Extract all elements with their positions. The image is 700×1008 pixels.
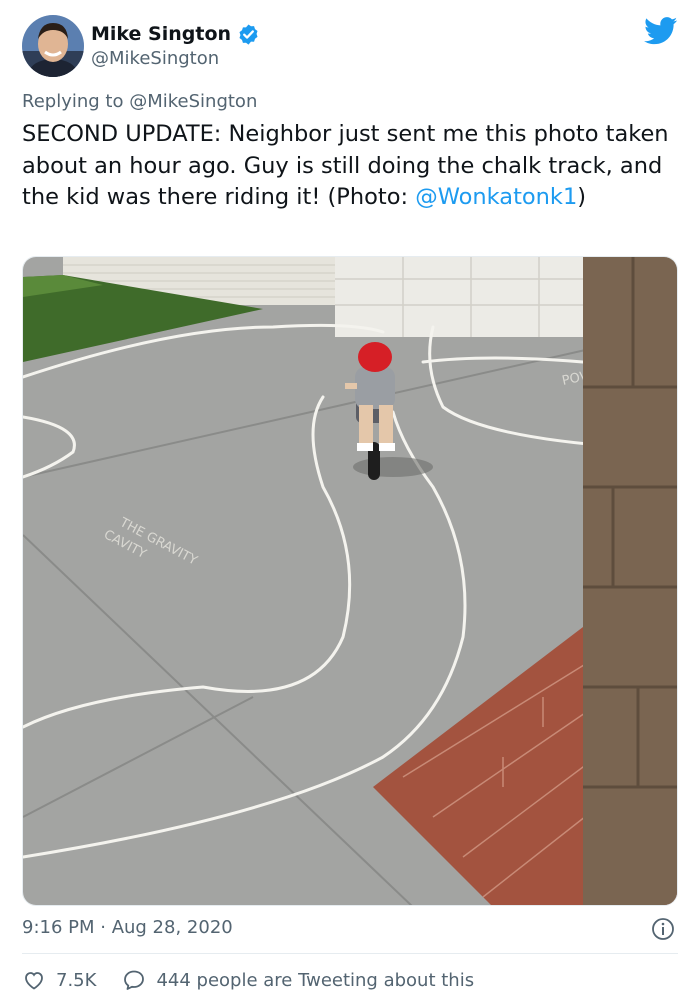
reply-mention-link[interactable]: @MikeSington — [129, 91, 257, 112]
avatar-photo — [22, 15, 84, 77]
tweeting-count-text: 444 people are Tweeting about this — [156, 969, 475, 991]
tweet-photo[interactable]: THE GRAVITY CAVITY POW — [22, 256, 678, 906]
reply-prefix: Replying to — [22, 91, 124, 112]
tweeting-action[interactable]: 444 people are Tweeting about this — [122, 968, 474, 992]
verified-badge-icon — [239, 23, 258, 45]
tweet-actions: 7.5K 444 people are Tweeting about this — [22, 966, 500, 994]
like-count: 7.5K — [56, 969, 97, 991]
comment-bubble-icon — [124, 970, 145, 990]
tweet-timestamp[interactable]: 9:16 PM · Aug 28, 2020 — [22, 916, 233, 940]
author-name[interactable]: Mike Sington — [91, 21, 231, 47]
like-action[interactable]: 7.5K — [22, 968, 96, 992]
info-icon[interactable] — [651, 917, 675, 941]
avatar[interactable] — [22, 15, 84, 77]
heart-icon — [25, 972, 43, 990]
author-handle[interactable]: @MikeSington — [91, 47, 219, 71]
twitter-bird-icon[interactable] — [644, 17, 678, 45]
tweet-text: SECOND UPDATE: Neighbor just sent me thi… — [22, 119, 682, 214]
author-name-row[interactable]: Mike Sington — [91, 21, 260, 47]
mention-link[interactable]: @Wonkatonk1 — [415, 184, 577, 210]
driveway-chalk-track-photo: THE GRAVITY CAVITY POW — [23, 257, 677, 905]
divider — [22, 953, 678, 954]
tweet-suffix: ) — [577, 184, 587, 210]
reply-context: Replying to @MikeSington — [22, 89, 257, 115]
